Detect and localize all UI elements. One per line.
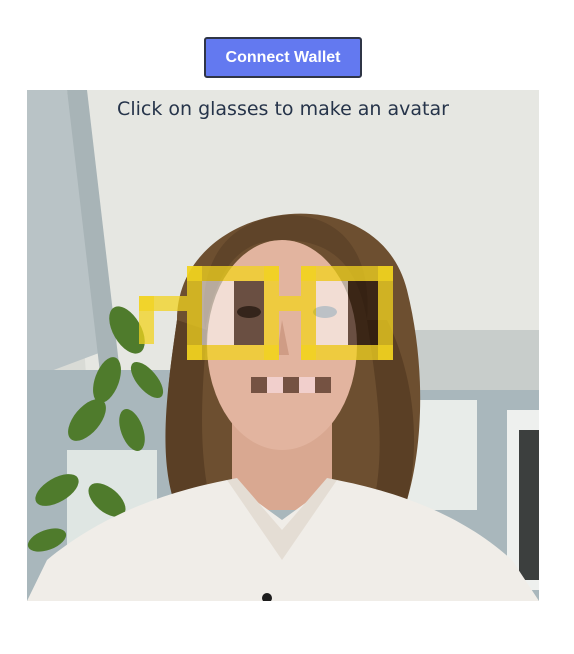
camera-view: Click on glasses to make an avatar <box>27 90 539 601</box>
connect-wallet-button[interactable]: Connect Wallet <box>204 37 362 78</box>
noggles-glasses-icon[interactable] <box>27 90 539 601</box>
